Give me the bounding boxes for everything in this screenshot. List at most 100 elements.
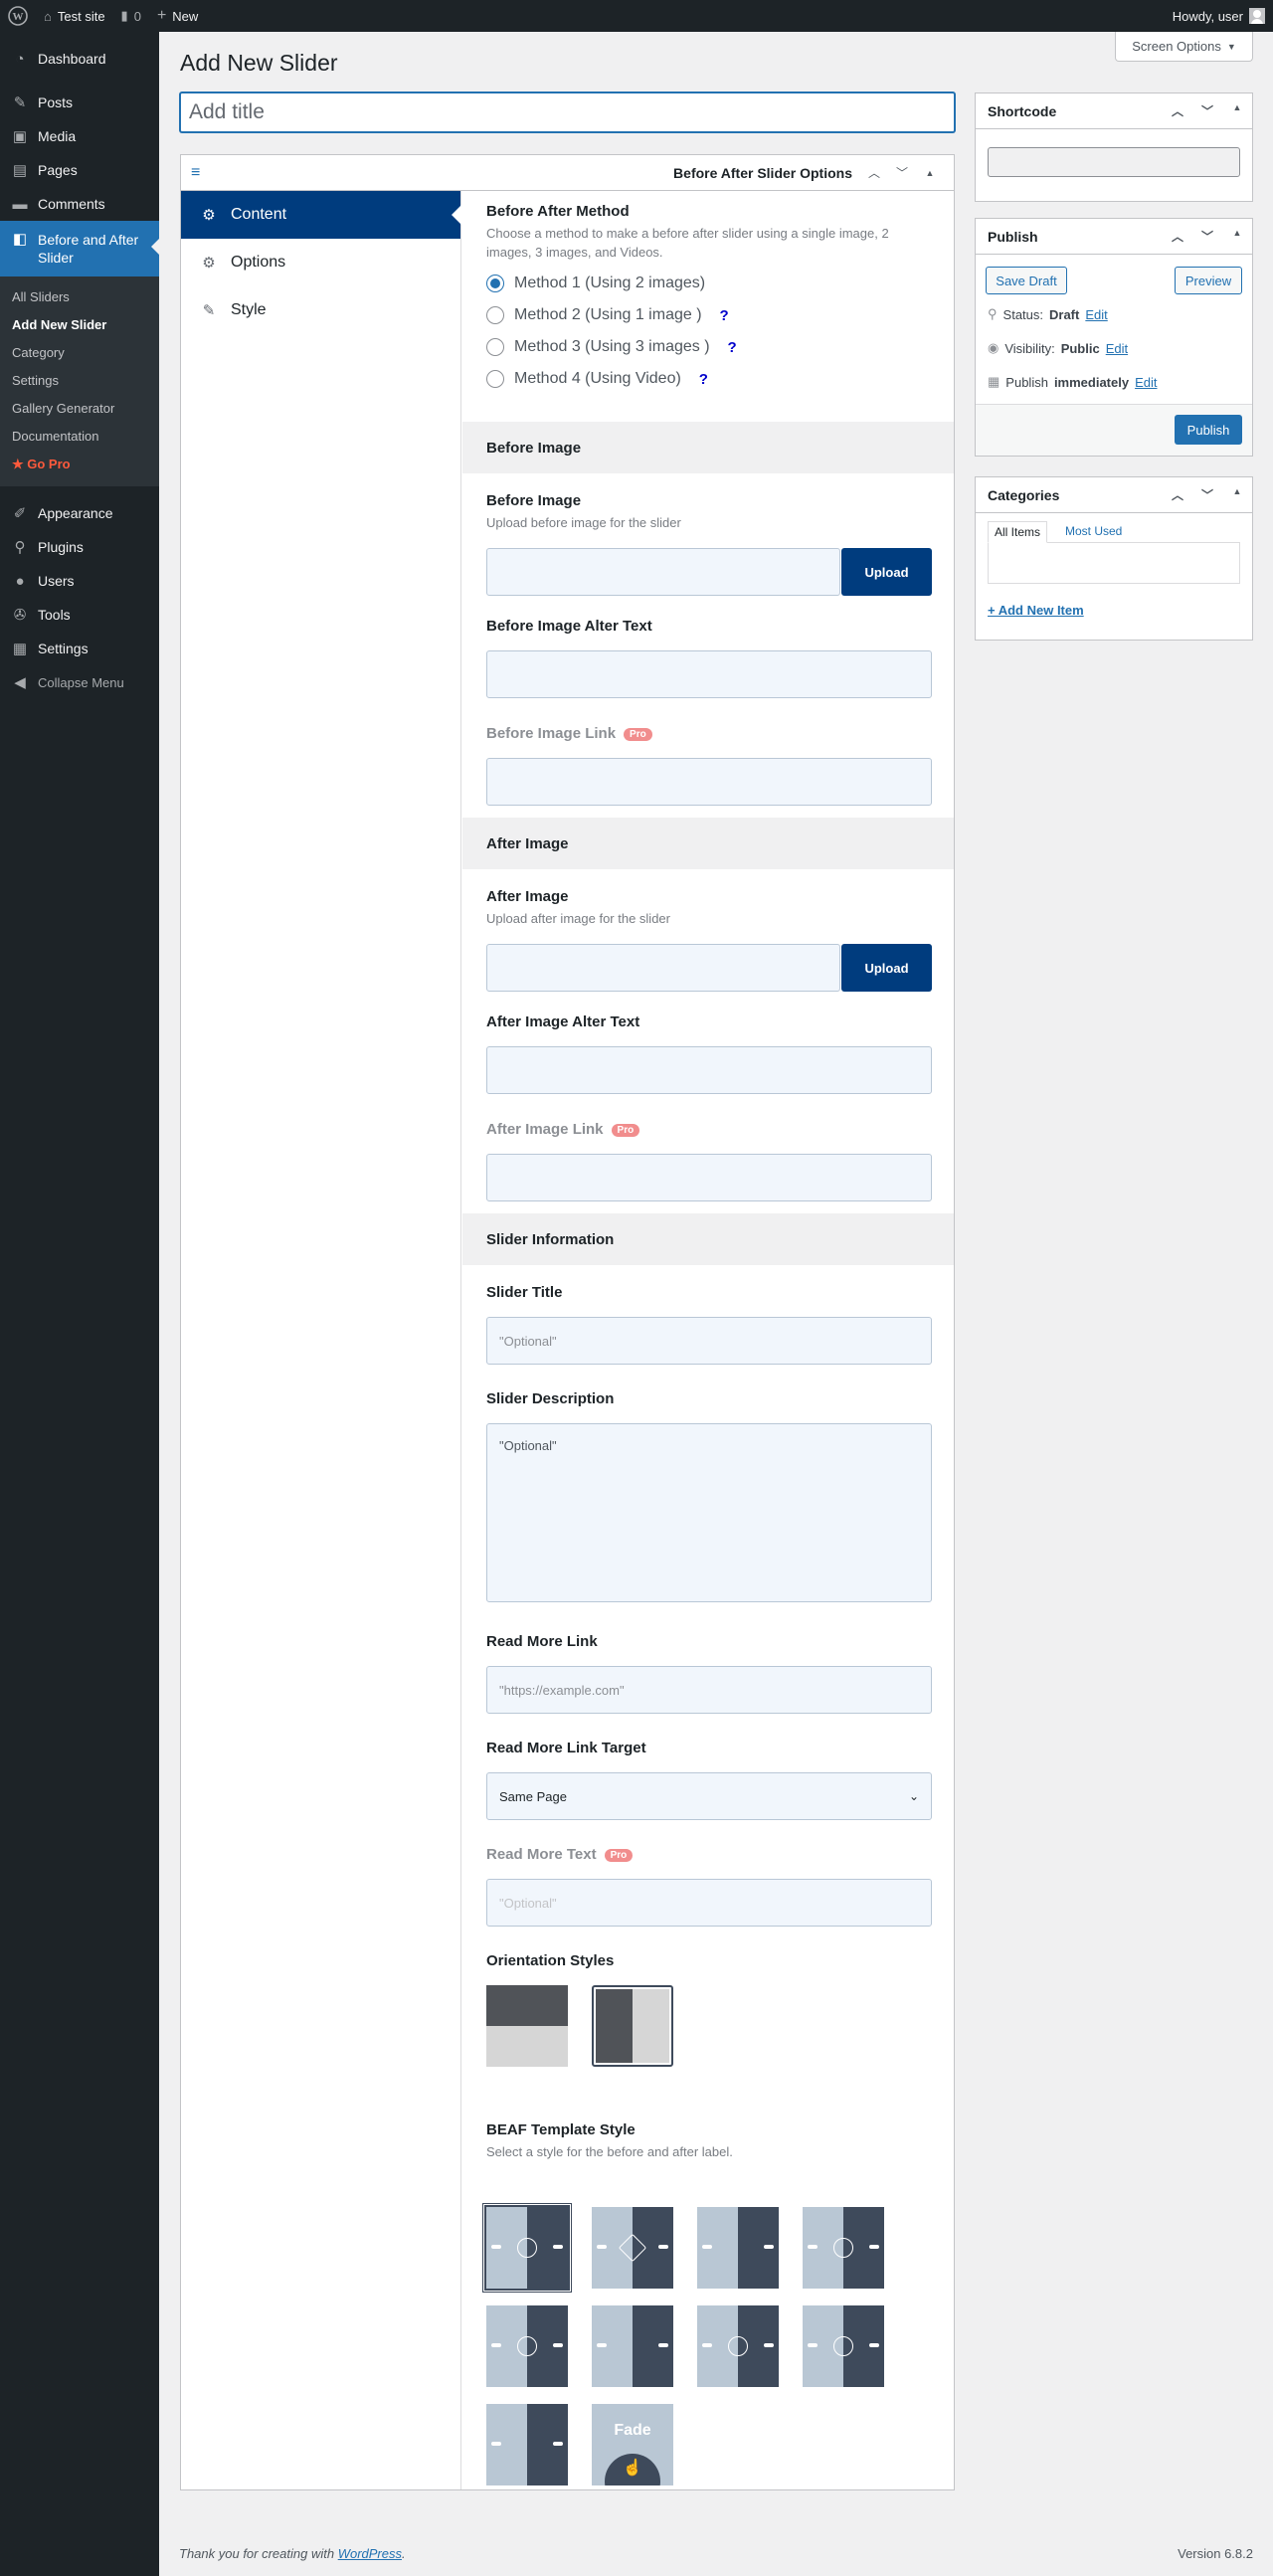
radio-button[interactable] xyxy=(486,370,504,388)
move-up-icon[interactable]: ︿ xyxy=(1163,102,1192,119)
read-more-link-input[interactable]: "https://example.com" xyxy=(486,1666,932,1714)
menu-appearance[interactable]: ✐ Appearance xyxy=(0,496,159,530)
gear-icon: ⚙ xyxy=(202,207,216,224)
move-down-icon[interactable]: ﹀ xyxy=(1192,486,1222,503)
after-image-section: After Image xyxy=(462,818,954,869)
menu-media[interactable]: ▣ Media xyxy=(0,119,159,153)
tab-options[interactable]: ⚙ Options xyxy=(181,239,460,286)
menu-before-after-slider[interactable]: ◧ Before and After Slider xyxy=(0,221,159,276)
submenu-documentation[interactable]: Documentation xyxy=(0,423,159,451)
method-option-1[interactable]: Method 1 (Using 2 images) xyxy=(486,275,705,292)
template-style-option[interactable] xyxy=(803,2305,884,2387)
collapse-toggle-icon[interactable]: ▲ xyxy=(1222,102,1252,119)
submenu-category[interactable]: Category xyxy=(0,339,159,367)
fade-label: Fade xyxy=(614,2422,651,2439)
submenu-settings[interactable]: Settings xyxy=(0,367,159,395)
help-icon[interactable]: ? xyxy=(699,371,708,388)
wordpress-logo-icon[interactable]: W xyxy=(0,0,36,32)
template-style-option[interactable] xyxy=(486,2404,568,2485)
template-style-option[interactable] xyxy=(803,2207,884,2289)
submenu-go-pro[interactable]: ★ Go Pro xyxy=(0,451,159,478)
tab-content[interactable]: ⚙ Content xyxy=(181,191,461,239)
menu-icon[interactable]: ≡ xyxy=(191,164,200,182)
collapse-toggle-icon[interactable]: ▲ xyxy=(1222,228,1252,245)
collapse-menu[interactable]: ◀ Collapse Menu xyxy=(0,665,159,699)
move-down-icon[interactable]: ﹀ xyxy=(1192,228,1222,245)
tab-style[interactable]: ✎ Style xyxy=(181,286,460,334)
slider-description-textarea[interactable]: "Optional" xyxy=(486,1423,932,1602)
save-draft-button[interactable]: Save Draft xyxy=(986,267,1067,294)
orientation-horizontal-option[interactable] xyxy=(592,1985,673,2067)
tab-most-used[interactable]: Most Used xyxy=(1059,521,1128,543)
edit-status-link[interactable]: Edit xyxy=(1085,307,1107,322)
radio-button[interactable] xyxy=(486,338,504,356)
title-input[interactable] xyxy=(180,92,955,132)
wordpress-link[interactable]: WordPress xyxy=(338,2546,402,2561)
after-alt-text-input[interactable] xyxy=(486,1046,932,1094)
method-option-2[interactable]: Method 2 (Using 1 image )? xyxy=(486,306,729,324)
slider-options-metabox: ≡ Before After Slider Options ︿ ﹀ ▲ ⚙ Con… xyxy=(180,154,955,2490)
template-style-option[interactable] xyxy=(697,2207,779,2289)
slider-information-section: Slider Information xyxy=(462,1213,954,1265)
category-checklist[interactable] xyxy=(988,542,1240,584)
edit-date-link[interactable]: Edit xyxy=(1135,375,1157,390)
template-style-option[interactable] xyxy=(592,2207,673,2289)
template-style-option[interactable] xyxy=(484,2205,570,2291)
add-new-category-link[interactable]: + Add New Item xyxy=(988,603,1084,618)
help-icon[interactable]: ? xyxy=(728,339,737,356)
submenu-all-sliders[interactable]: All Sliders xyxy=(0,283,159,311)
account-menu[interactable]: Howdy, user xyxy=(1173,8,1273,24)
site-link[interactable]: ⌂ Test site xyxy=(36,0,113,32)
before-alt-text-input[interactable] xyxy=(486,650,932,698)
radio-button[interactable] xyxy=(486,306,504,324)
preview-button[interactable]: Preview xyxy=(1175,267,1242,294)
menu-pages[interactable]: ▤ Pages xyxy=(0,153,159,187)
template-style-option[interactable]: Fade ☝ xyxy=(592,2404,673,2485)
move-down-icon[interactable]: ﹀ xyxy=(888,155,916,191)
calendar-icon: ▦ xyxy=(988,374,1000,389)
slider-title-input[interactable]: "Optional" xyxy=(486,1317,932,1365)
menu-posts[interactable]: ✎ Posts xyxy=(0,86,159,119)
method-option-3[interactable]: Method 3 (Using 3 images )? xyxy=(486,338,737,356)
before-image-upload-button[interactable]: Upload xyxy=(841,548,932,596)
help-icon[interactable]: ? xyxy=(720,307,729,324)
after-image-url-input[interactable] xyxy=(486,944,840,992)
before-link-input[interactable] xyxy=(486,758,932,806)
plus-icon: + xyxy=(156,7,167,24)
template-style-option[interactable] xyxy=(592,2305,673,2387)
menu-comments[interactable]: ▬ Comments xyxy=(0,187,159,221)
before-image-url-input[interactable] xyxy=(486,548,840,596)
before-image-label: Before Image xyxy=(486,492,582,509)
read-more-text-input[interactable]: "Optional" xyxy=(486,1879,932,1927)
shortcode-input[interactable] xyxy=(988,147,1240,177)
move-up-icon[interactable]: ︿ xyxy=(860,155,888,191)
publish-button[interactable]: Publish xyxy=(1175,415,1242,445)
method-option-4[interactable]: Method 4 (Using Video)? xyxy=(486,370,708,388)
menu-users[interactable]: ● Users xyxy=(0,564,159,598)
submenu-gallery-generator[interactable]: Gallery Generator xyxy=(0,395,159,423)
menu-tools[interactable]: ✇ Tools xyxy=(0,598,159,632)
after-image-upload-button[interactable]: Upload xyxy=(841,944,932,992)
move-down-icon[interactable]: ﹀ xyxy=(1192,102,1222,119)
template-style-option[interactable] xyxy=(697,2305,779,2387)
collapse-toggle-icon[interactable]: ▲ xyxy=(1222,486,1252,503)
after-link-input[interactable] xyxy=(486,1154,932,1201)
submenu-add-new-slider[interactable]: Add New Slider xyxy=(0,311,159,339)
read-more-target-select[interactable]: Same Page ⌄ xyxy=(486,1772,932,1820)
radio-button[interactable] xyxy=(486,275,504,292)
edit-visibility-link[interactable]: Edit xyxy=(1106,341,1128,356)
menu-dashboard[interactable]: ◔ Dashboard xyxy=(0,42,159,76)
method-label: Before After Method xyxy=(486,203,630,220)
tab-all-items[interactable]: All Items xyxy=(988,521,1048,543)
move-up-icon[interactable]: ︿ xyxy=(1163,228,1192,245)
comment-bubble-icon: ▮ xyxy=(120,8,128,23)
menu-settings[interactable]: ▦ Settings xyxy=(0,632,159,665)
collapse-toggle-icon[interactable]: ▲ xyxy=(916,155,944,191)
template-style-option[interactable] xyxy=(486,2305,568,2387)
screen-options-button[interactable]: Screen Options ▼ xyxy=(1115,32,1253,62)
menu-plugins[interactable]: ⚲ Plugins xyxy=(0,530,159,564)
comments-link[interactable]: ▮ 0 xyxy=(113,0,149,32)
new-content-link[interactable]: + New xyxy=(149,0,206,32)
orientation-vertical-option[interactable] xyxy=(486,1985,568,2067)
move-up-icon[interactable]: ︿ xyxy=(1163,486,1192,503)
